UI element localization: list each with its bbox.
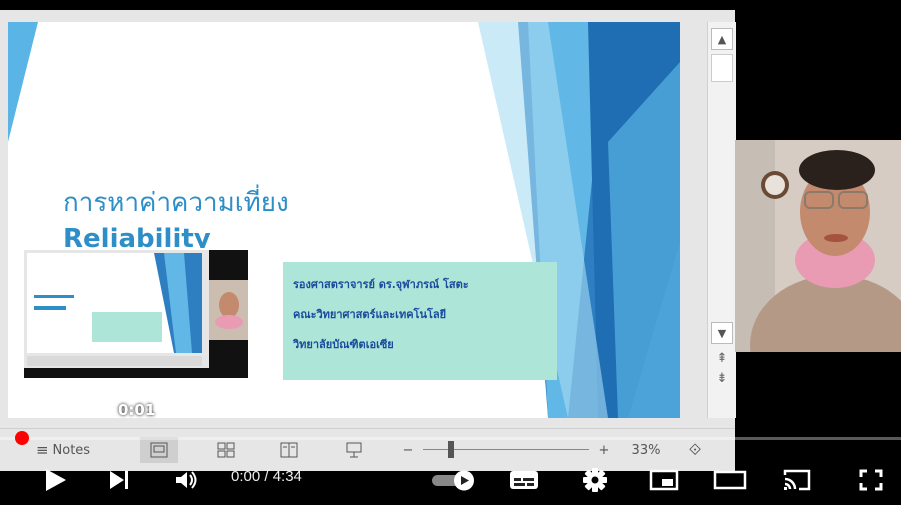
- author-box: รองศาสตราจารย์ ดร.จุฬาภรณ์ โสตะ คณะวิทยา…: [283, 262, 557, 380]
- reading-view-icon: [280, 442, 298, 458]
- next-slide-icon[interactable]: ⇟: [711, 372, 733, 386]
- notes-button[interactable]: ≡ Notes: [18, 437, 108, 463]
- notes-label: Notes: [52, 442, 91, 458]
- ppt-viewer: การหาค่าความเที่ยง Reliability รองศาสตรา…: [0, 10, 736, 471]
- miniplayer-icon: [649, 469, 679, 491]
- author-name: รองศาสตราจารย์ ดร.จุฬาภรณ์ โสตะ: [293, 278, 469, 291]
- progress-bar[interactable]: [0, 437, 901, 440]
- previous-slide-icon[interactable]: ⇞: [711, 352, 733, 366]
- preview-frame-image: [24, 250, 248, 378]
- time-display: 0:00 / 4:34: [231, 468, 302, 485]
- scroll-down-button[interactable]: ▼: [711, 322, 733, 344]
- zoom-fit-icon[interactable]: ⟐: [680, 437, 710, 463]
- subtitles-button[interactable]: [505, 463, 543, 497]
- notes-icon: ≡: [35, 441, 49, 459]
- slide-sorter-button[interactable]: [210, 437, 242, 463]
- preview-timestamp: 0:01: [118, 401, 156, 419]
- volume-button[interactable]: [170, 463, 204, 497]
- theater-icon: [713, 470, 747, 490]
- autoplay-toggle[interactable]: [428, 463, 480, 497]
- miniplayer-button[interactable]: [645, 463, 683, 497]
- next-icon: [110, 471, 128, 489]
- settings-button[interactable]: [578, 463, 612, 497]
- zoom-out-button[interactable]: −: [398, 437, 418, 463]
- play-button[interactable]: [38, 463, 72, 497]
- settings-icon: [583, 468, 607, 492]
- presenter-image: [735, 140, 901, 352]
- scroll-up-button[interactable]: ▲: [711, 28, 733, 50]
- fullscreen-button[interactable]: [852, 463, 890, 497]
- cast-button[interactable]: [778, 463, 816, 497]
- slideshow-button[interactable]: [338, 437, 370, 463]
- zoom-in-button[interactable]: +: [594, 437, 614, 463]
- autoplay-toggle-icon: [432, 470, 474, 491]
- slide-sorter-icon: [217, 442, 235, 458]
- slide-title-thai: การหาค่าความเที่ยง: [63, 188, 289, 218]
- subtitles-icon: [510, 471, 538, 489]
- volume-icon: [176, 471, 197, 489]
- fullscreen-icon: [859, 469, 883, 491]
- normal-view-icon: [150, 442, 168, 458]
- progress-scrubber[interactable]: [15, 431, 29, 445]
- vertical-scrollbar[interactable]: ▲ ▼ ⇞ ⇟: [707, 22, 736, 418]
- author-faculty: คณะวิทยาศาสตร์และเทคโนโลยี: [293, 308, 447, 321]
- next-button[interactable]: [102, 463, 136, 497]
- normal-view-button[interactable]: [140, 437, 178, 463]
- webcam-video: [735, 140, 901, 352]
- scroll-thumb[interactable]: [711, 54, 733, 82]
- play-icon: [46, 469, 66, 491]
- zoom-level[interactable]: 33%: [624, 437, 668, 463]
- reading-view-button[interactable]: [273, 437, 305, 463]
- zoom-slider-thumb[interactable]: [447, 441, 454, 458]
- theater-mode-button[interactable]: [710, 463, 750, 497]
- thumbnail-preview: [22, 248, 250, 380]
- slideshow-icon: [346, 442, 362, 458]
- author-college: วิทยาลัยบัณฑิตเอเซีย: [293, 338, 394, 351]
- cast-icon: [783, 469, 811, 491]
